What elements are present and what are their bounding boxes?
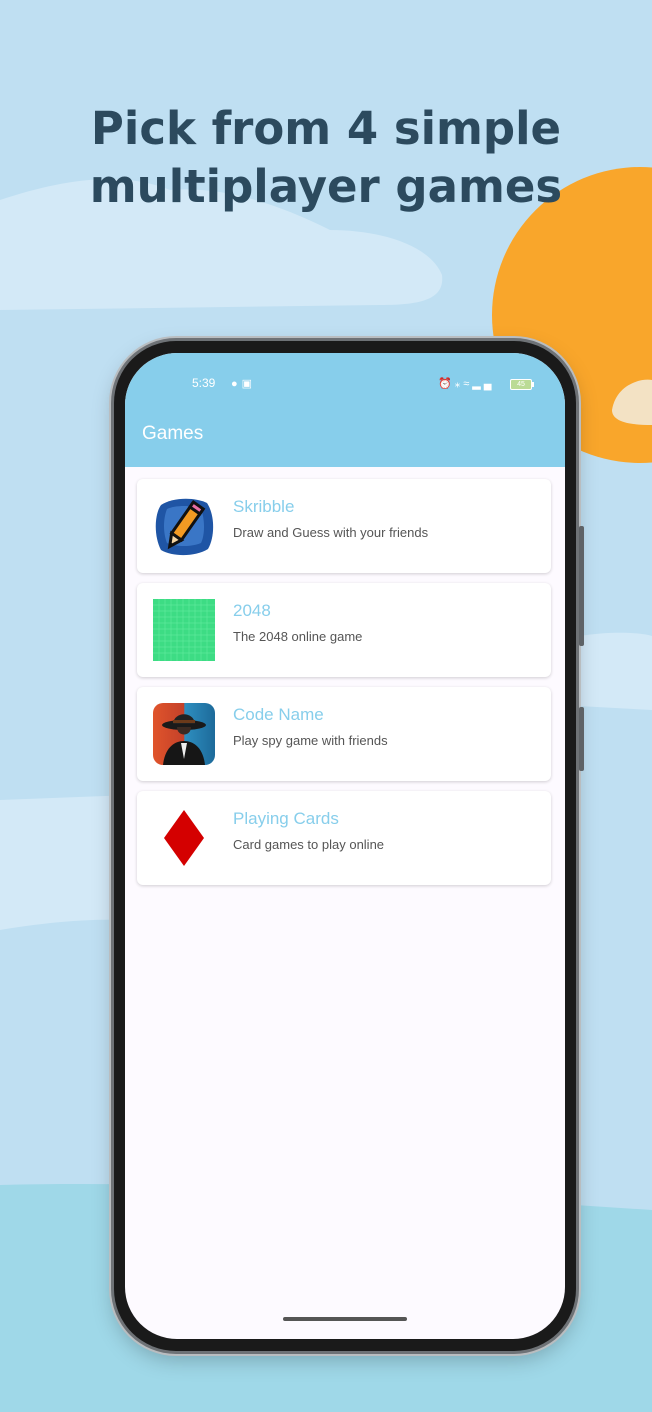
- status-time: 5:39: [192, 376, 216, 390]
- status-bar: 5:39 ●▣ ⏰⁎≈▂▄ 45: [125, 375, 565, 395]
- game-title: 2048: [233, 601, 271, 620]
- phone-frame: 5:39 ●▣ ⏰⁎≈▂▄ 45 Games Skribble Draw and…: [114, 341, 584, 1351]
- pencil-icon: [155, 498, 214, 556]
- signal-icon: ▂▄: [472, 378, 495, 390]
- game-title: Code Name: [233, 705, 324, 724]
- app-bar-title: Games: [142, 423, 204, 444]
- diamond-icon: [164, 810, 204, 866]
- game-subtitle: Play spy game with friends: [233, 733, 388, 748]
- power-button: [579, 707, 584, 771]
- bluetooth-icon: ⁎: [454, 378, 464, 390]
- game-card-code-name[interactable]: Code Name Play spy game with friends: [137, 687, 551, 781]
- app-bar: 5:39 ●▣ ⏰⁎≈▂▄ 45 Games: [125, 353, 565, 467]
- phone-screen: 5:39 ●▣ ⏰⁎≈▂▄ 45 Games Skribble Draw and…: [125, 353, 565, 1339]
- battery-icon: 45: [510, 379, 534, 390]
- promo-headline-line1: Pick from 4 simple: [90, 102, 562, 155]
- promo-headline-line2: multiplayer games: [89, 160, 563, 213]
- game-card-skribble[interactable]: Skribble Draw and Guess with your friend…: [137, 479, 551, 573]
- promo-headline: Pick from 4 simple multiplayer games: [0, 100, 652, 216]
- game-subtitle: The 2048 online game: [233, 629, 363, 644]
- game-card-playing-cards[interactable]: Playing Cards Card games to play online: [137, 791, 551, 885]
- snapchat-icon: ●: [231, 378, 242, 390]
- game-card-2048[interactable]: 2048 The 2048 online game: [137, 583, 551, 677]
- games-list: Skribble Draw and Guess with your friend…: [137, 479, 553, 895]
- instagram-icon: ▣: [241, 378, 257, 390]
- game-subtitle: Card games to play online: [233, 837, 385, 852]
- wifi-icon: ≈: [463, 378, 473, 390]
- alarm-icon: ⏰: [438, 378, 455, 390]
- status-right-icons: ⏰⁎≈▂▄: [438, 377, 495, 390]
- game-title: Playing Cards: [233, 809, 339, 828]
- home-indicator[interactable]: [283, 1317, 407, 1321]
- spy-icon: [153, 703, 215, 765]
- cloud-bottom-left: [0, 795, 130, 930]
- grid-icon: [153, 599, 215, 661]
- volume-button: [579, 526, 584, 646]
- game-subtitle: Draw and Guess with your friends: [233, 525, 429, 540]
- game-title: Skribble: [233, 497, 295, 516]
- status-left-icons: ●▣: [231, 377, 256, 390]
